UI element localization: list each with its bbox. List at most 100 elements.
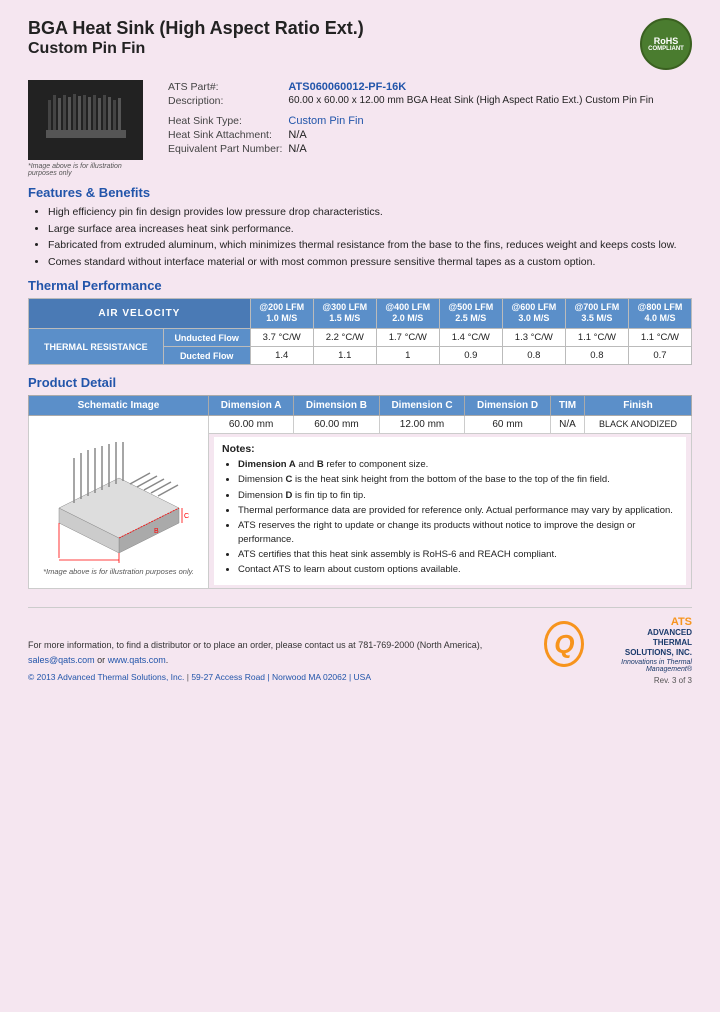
ducted-800: 0.7 — [628, 347, 691, 365]
ats-name1: ADVANCED — [590, 628, 692, 638]
ducted-200: 1.4 — [250, 347, 313, 365]
col-200lfm: @200 LFM1.0 M/S — [250, 298, 313, 328]
product-title-line2: Custom Pin Fin — [28, 40, 364, 58]
ducted-500: 0.9 — [439, 347, 502, 365]
col-600lfm: @600 LFM3.0 M/S — [502, 298, 565, 328]
col-400lfm: @400 LFM2.0 M/S — [376, 298, 439, 328]
unducted-label: Unducted Flow — [163, 329, 250, 347]
feature-item-0: High efficiency pin fin design provides … — [48, 205, 692, 220]
ats-name3: SOLUTIONS, INC. — [590, 648, 692, 658]
product-image-box — [28, 80, 143, 160]
air-velocity-header: AIR VELOCITY — [29, 298, 251, 328]
features-section: Features & Benefits High efficiency pin … — [28, 185, 692, 270]
page: BGA Heat Sink (High Aspect Ratio Ext.) C… — [0, 0, 720, 1012]
product-detail-title: Product Detail — [28, 375, 692, 390]
rohs-badge: RoHS COMPLIANT — [640, 18, 692, 70]
contact-text: For more information, to find a distribu… — [28, 638, 544, 667]
ats-tagline: Innovations in Thermal Management® — [590, 659, 692, 673]
ducted-600: 0.8 — [502, 347, 565, 365]
feature-item-3: Comes standard without interface materia… — [48, 255, 692, 270]
note-1: Dimension C is the heat sink height from… — [238, 473, 678, 486]
detail-data-row: A B C *Image above is for illustration p… — [29, 416, 692, 434]
attach-label: Heat Sink Attachment: — [168, 128, 288, 142]
ats-text-block: ATS ADVANCED THERMAL SOLUTIONS, INC. Inn… — [590, 616, 692, 673]
header-tim: TIM — [550, 396, 584, 416]
website-link[interactable]: www.qats.com — [108, 655, 166, 665]
info-section: *Image above is for illustration purpose… — [28, 80, 692, 177]
footer-right: Q ATS ADVANCED THERMAL SOLUTIONS, INC. I… — [544, 616, 692, 685]
schematic-caption: *Image above is for illustration purpose… — [34, 567, 203, 576]
feature-item-2: Fabricated from extruded aluminum, which… — [48, 238, 692, 253]
notes-title: Notes: — [222, 443, 678, 455]
specs-table: ATS Part#: ATS060060012-PF-16K Descripti… — [168, 80, 660, 156]
table-header-row1: AIR VELOCITY @200 LFM1.0 M/S @300 LFM1.5… — [29, 298, 692, 328]
features-title: Features & Benefits — [28, 185, 692, 200]
thermal-title: Thermal Performance — [28, 278, 692, 293]
product-image-block: *Image above is for illustration purpose… — [28, 80, 148, 177]
spec-row-attach: Heat Sink Attachment: N/A — [168, 128, 660, 142]
header-finish: Finish — [585, 396, 692, 416]
heatsink-illustration — [36, 85, 136, 155]
footer: For more information, to find a distribu… — [28, 607, 692, 685]
tim-value: N/A — [550, 416, 584, 434]
copyright-text: © 2013 Advanced Thermal Solutions, Inc. — [28, 672, 184, 682]
note-2: Dimension D is fin tip to fin tip. — [238, 489, 678, 502]
email-link[interactable]: sales@qats.com — [28, 655, 95, 665]
header-schematic: Schematic Image — [29, 396, 209, 416]
performance-table: AIR VELOCITY @200 LFM1.0 M/S @300 LFM1.5… — [28, 298, 692, 365]
type-label: Heat Sink Type: — [168, 114, 288, 128]
note-6: Contact ATS to learn about custom option… — [238, 563, 678, 576]
dim-c-value: 12.00 mm — [379, 416, 465, 434]
part-label: ATS Part#: — [168, 80, 288, 94]
product-detail-section: Product Detail Schematic Image Dimension… — [28, 375, 692, 588]
equiv-value: N/A — [288, 142, 659, 156]
notes-block: Notes: Dimension A and B refer to compon… — [214, 437, 686, 584]
ats-q-logo: Q — [544, 621, 584, 667]
svg-text:B: B — [154, 528, 159, 535]
detail-table: Schematic Image Dimension A Dimension B … — [28, 395, 692, 588]
dim-b-value: 60.00 mm — [294, 416, 380, 434]
features-list: High efficiency pin fin design provides … — [28, 205, 692, 270]
col-800lfm: @800 LFM4.0 M/S — [628, 298, 691, 328]
spec-row-desc: Description: 60.00 x 60.00 x 12.00 mm BG… — [168, 94, 660, 108]
desc-value: 60.00 x 60.00 x 12.00 mm BGA Heat Sink (… — [288, 94, 659, 108]
ducted-700: 0.8 — [565, 347, 628, 365]
ats-big: ATS — [590, 616, 692, 628]
desc-label: Description: — [168, 94, 288, 108]
title-block: BGA Heat Sink (High Aspect Ratio Ext.) C… — [28, 18, 364, 58]
detail-header-row: Schematic Image Dimension A Dimension B … — [29, 396, 692, 416]
product-title-line1: BGA Heat Sink (High Aspect Ratio Ext.) — [28, 18, 364, 40]
schematic-cell: A B C *Image above is for illustration p… — [29, 416, 209, 588]
unducted-flow-row: THERMAL RESISTANCE Unducted Flow 3.7 °C/… — [29, 329, 692, 347]
spec-row-equiv: Equivalent Part Number: N/A — [168, 142, 660, 156]
unducted-500: 1.4 °C/W — [439, 329, 502, 347]
unducted-300: 2.2 °C/W — [313, 329, 376, 347]
header-dim-c: Dimension C — [379, 396, 465, 416]
unducted-400: 1.7 °C/W — [376, 329, 439, 347]
header-dim-a: Dimension A — [209, 396, 294, 416]
equiv-label: Equivalent Part Number: — [168, 142, 288, 156]
rohs-text: RoHS — [654, 36, 679, 46]
thermal-section: Thermal Performance AIR VELOCITY @200 LF… — [28, 278, 692, 365]
spec-row-part: ATS Part#: ATS060060012-PF-16K — [168, 80, 660, 94]
col-300lfm: @300 LFM1.5 M/S — [313, 298, 376, 328]
dim-a-value: 60.00 mm — [209, 416, 294, 434]
schematic-image: A B C — [41, 423, 196, 563]
unducted-200: 3.7 °C/W — [250, 329, 313, 347]
image-caption: *Image above is for illustration purpose… — [28, 163, 148, 177]
thermal-resistance-label: THERMAL RESISTANCE — [29, 329, 164, 365]
header-row: BGA Heat Sink (High Aspect Ratio Ext.) C… — [28, 18, 692, 70]
attach-value: N/A — [288, 128, 659, 142]
ducted-400: 1 — [376, 347, 439, 365]
rohs-compliant: COMPLIANT — [648, 46, 684, 52]
schematic-svg: A B C — [44, 423, 194, 563]
ducted-300: 1.1 — [313, 347, 376, 365]
col-500lfm: @500 LFM2.5 M/S — [439, 298, 502, 328]
unducted-600: 1.3 °C/W — [502, 329, 565, 347]
page-number: Rev. 3 of 3 — [544, 676, 692, 685]
footer-left: For more information, to find a distribu… — [28, 638, 544, 684]
finish-value: BLACK ANODIZED — [585, 416, 692, 434]
specs-block: ATS Part#: ATS060060012-PF-16K Descripti… — [168, 80, 692, 156]
header-dim-b: Dimension B — [294, 396, 380, 416]
dim-d-value: 60 mm — [465, 416, 551, 434]
